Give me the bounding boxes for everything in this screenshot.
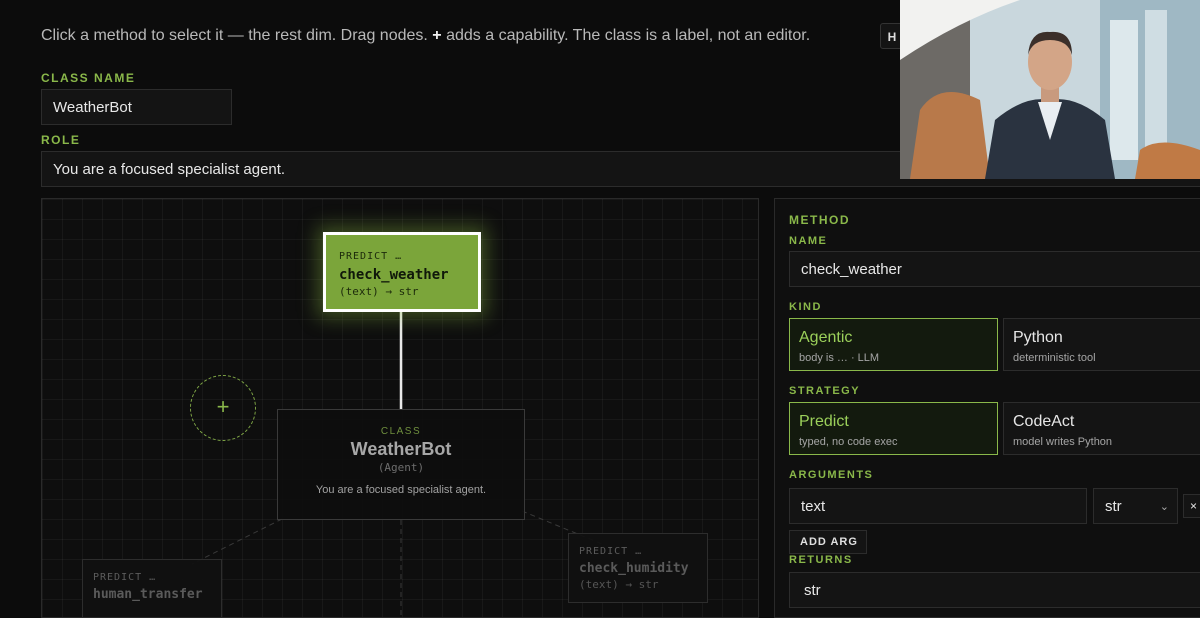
returns-label: RETURNS xyxy=(789,554,853,566)
argument-type-value: str xyxy=(1105,497,1122,515)
option-title: CodeAct xyxy=(1013,413,1075,430)
option-subtitle: deterministic tool xyxy=(1013,352,1096,364)
returns-input[interactable]: str xyxy=(789,572,1200,608)
node-kind: PREDICT … xyxy=(93,572,157,583)
class-name-label: CLASS NAME xyxy=(41,71,136,85)
edge-dim xyxy=(191,518,283,565)
node-kind: PREDICT … xyxy=(339,251,403,262)
add-arg-button[interactable]: ADD ARG xyxy=(789,530,867,554)
method-node-human-transfer[interactable]: PREDICT … human_transfer xyxy=(82,559,222,617)
node-signature: (text) → str xyxy=(579,578,659,591)
strategy-label: STRATEGY xyxy=(789,385,861,397)
node-name: check_humidity xyxy=(579,561,689,576)
chevron-down-icon: ⌄ xyxy=(1159,500,1169,513)
class-node-name: WeatherBot xyxy=(350,439,452,459)
method-node-check-weather[interactable]: PREDICT … check_weather (text) → str xyxy=(323,232,481,312)
class-node-kind: CLASS xyxy=(380,426,422,437)
option-title: Python xyxy=(1013,329,1063,346)
strategy-option-predict[interactable]: Predict typed, no code exec xyxy=(789,402,998,455)
presenter-image xyxy=(900,0,1200,179)
add-capability-button[interactable]: + xyxy=(190,375,256,441)
node-kind: PREDICT … xyxy=(579,546,643,557)
method-panel-title: METHOD xyxy=(789,213,850,227)
role-label: ROLE xyxy=(41,133,81,147)
argument-type-select[interactable]: str ⌄ xyxy=(1093,488,1178,524)
instruction-text: Click a method to select it — the rest d… xyxy=(41,27,811,44)
method-name-input[interactable]: check_weather xyxy=(789,251,1200,287)
option-subtitle: typed, no code exec xyxy=(799,436,898,448)
option-title: Predict xyxy=(799,413,849,430)
method-node-check-humidity[interactable]: PREDICT … check_humidity (text) → str xyxy=(568,533,708,603)
graph-canvas[interactable]: + PREDICT … check_weather (text) → str C… xyxy=(41,198,759,618)
method-panel: METHOD NAME check_weather KIND Agentic b… xyxy=(774,198,1200,618)
remove-argument-button[interactable]: × xyxy=(1183,494,1200,518)
arguments-label: ARGUMENTS xyxy=(789,469,874,481)
node-signature: (text) → str xyxy=(339,285,419,298)
method-name-label: NAME xyxy=(789,235,828,247)
strategy-option-codeact[interactable]: CodeAct model writes Python xyxy=(1003,402,1200,455)
kind-option-python[interactable]: Python deterministic tool xyxy=(1003,318,1200,371)
option-subtitle: model writes Python xyxy=(1013,436,1113,448)
option-subtitle: body is … · LLM xyxy=(799,352,880,364)
class-name-input[interactable]: WeatherBot xyxy=(41,89,232,125)
node-name: check_weather xyxy=(339,267,449,283)
option-title: Agentic xyxy=(799,329,853,346)
kind-option-agentic[interactable]: Agentic body is … · LLM xyxy=(789,318,998,371)
argument-name-input[interactable]: text xyxy=(789,488,1087,524)
kind-label: KIND xyxy=(789,301,822,313)
class-node-type: (Agent) xyxy=(377,461,425,474)
class-node[interactable]: CLASS WeatherBot (Agent) You are a focus… xyxy=(277,409,525,520)
presenter-video xyxy=(900,0,1200,179)
class-node-role: You are a focused specialist agent. xyxy=(315,484,487,496)
